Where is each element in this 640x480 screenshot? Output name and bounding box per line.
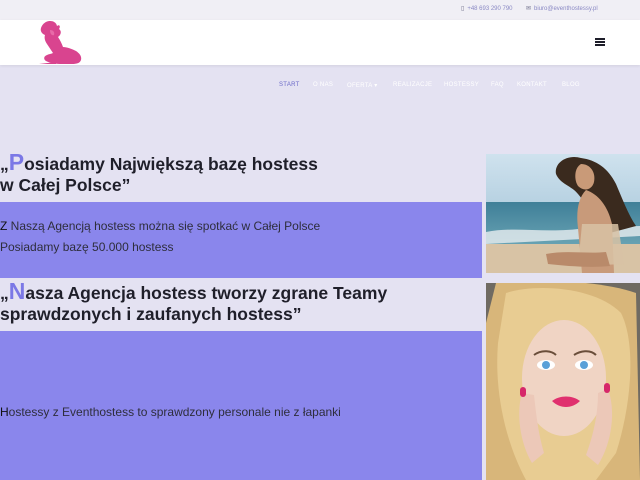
nav-kontakt[interactable]: KONTAKT <box>517 82 547 88</box>
nav-faq[interactable]: FAQ <box>491 82 504 88</box>
nav-hostessy[interactable]: HOSTESSY <box>444 82 479 88</box>
blonde-model-portrait-photo <box>486 283 640 480</box>
section2-paragraph: Hostessy z Eventhostess to sprawdzony pe… <box>0 405 341 419</box>
envelope-icon: ✉ <box>526 6 532 12</box>
section2-heading-line1: „Nasza Agencja hostess tworzy zgrane Tea… <box>0 278 388 304</box>
section1-heading-line1: „Posiadamy Największą bazę hostess <box>0 149 318 175</box>
phone-number: +48 693 290 790 <box>467 5 513 12</box>
nav-oferta[interactable]: OFERTA ▾ <box>347 82 378 89</box>
nav-blog[interactable]: BLOG <box>562 82 580 88</box>
section1-heading-line2: w Całej Polsce” <box>0 175 131 195</box>
nav-o-nas[interactable]: O NAS <box>313 82 333 88</box>
silhouette-logo-icon[interactable] <box>32 20 84 66</box>
phone-icon: ▯ <box>461 6 465 12</box>
hamburger-menu-icon[interactable] <box>595 38 605 46</box>
section1-paragraph2: Posiadamy bazę 50.000 hostess <box>0 240 174 254</box>
section2-initial: N <box>8 278 26 304</box>
email-contact[interactable]: ✉ biuro@eventhostessy.pl <box>526 5 598 13</box>
section1-initial: P <box>8 149 25 175</box>
email-address: biuro@eventhostessy.pl <box>534 5 598 12</box>
site-header <box>0 20 640 65</box>
beach-model-photo <box>486 154 640 273</box>
section2-heading-line2: sprawdzonych i zaufanych hostess” <box>0 304 302 324</box>
nav-realizacje[interactable]: REALIZACJE <box>393 82 432 88</box>
top-contact-bar: ▯ +48 693 290 790 ✉ biuro@eventhostessy.… <box>0 0 640 20</box>
phone-contact[interactable]: ▯ +48 693 290 790 <box>461 5 513 13</box>
section1-paragraph1: Z Naszą Agencją hostess można się spotka… <box>0 219 321 233</box>
nav-start[interactable]: START <box>279 82 300 88</box>
